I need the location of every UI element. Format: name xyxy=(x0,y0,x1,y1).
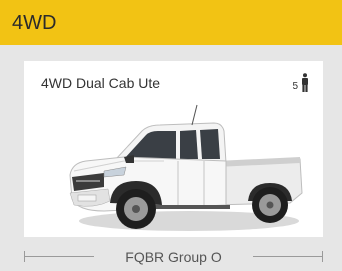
vehicle-panel[interactable]: 4WD Dual Cab Ute 5 xyxy=(24,61,323,237)
category-title: 4WD xyxy=(12,12,57,34)
category-header: 4WD xyxy=(0,0,342,45)
seat-count: 5 xyxy=(292,81,298,92)
footer-line-right xyxy=(253,256,323,257)
footer-cap-right xyxy=(322,251,323,262)
vehicle-card[interactable]: 4WD 4WD Dual Cab Ute 5 FQBR Group O xyxy=(0,0,342,271)
seat-capacity: 5 xyxy=(292,71,309,93)
group-footer: FQBR Group O xyxy=(24,247,323,267)
vehicle-image xyxy=(69,104,303,231)
vehicle-name: 4WD Dual Cab Ute xyxy=(41,75,161,91)
person-icon xyxy=(302,73,308,92)
group-label: FQBR Group O xyxy=(125,249,222,265)
